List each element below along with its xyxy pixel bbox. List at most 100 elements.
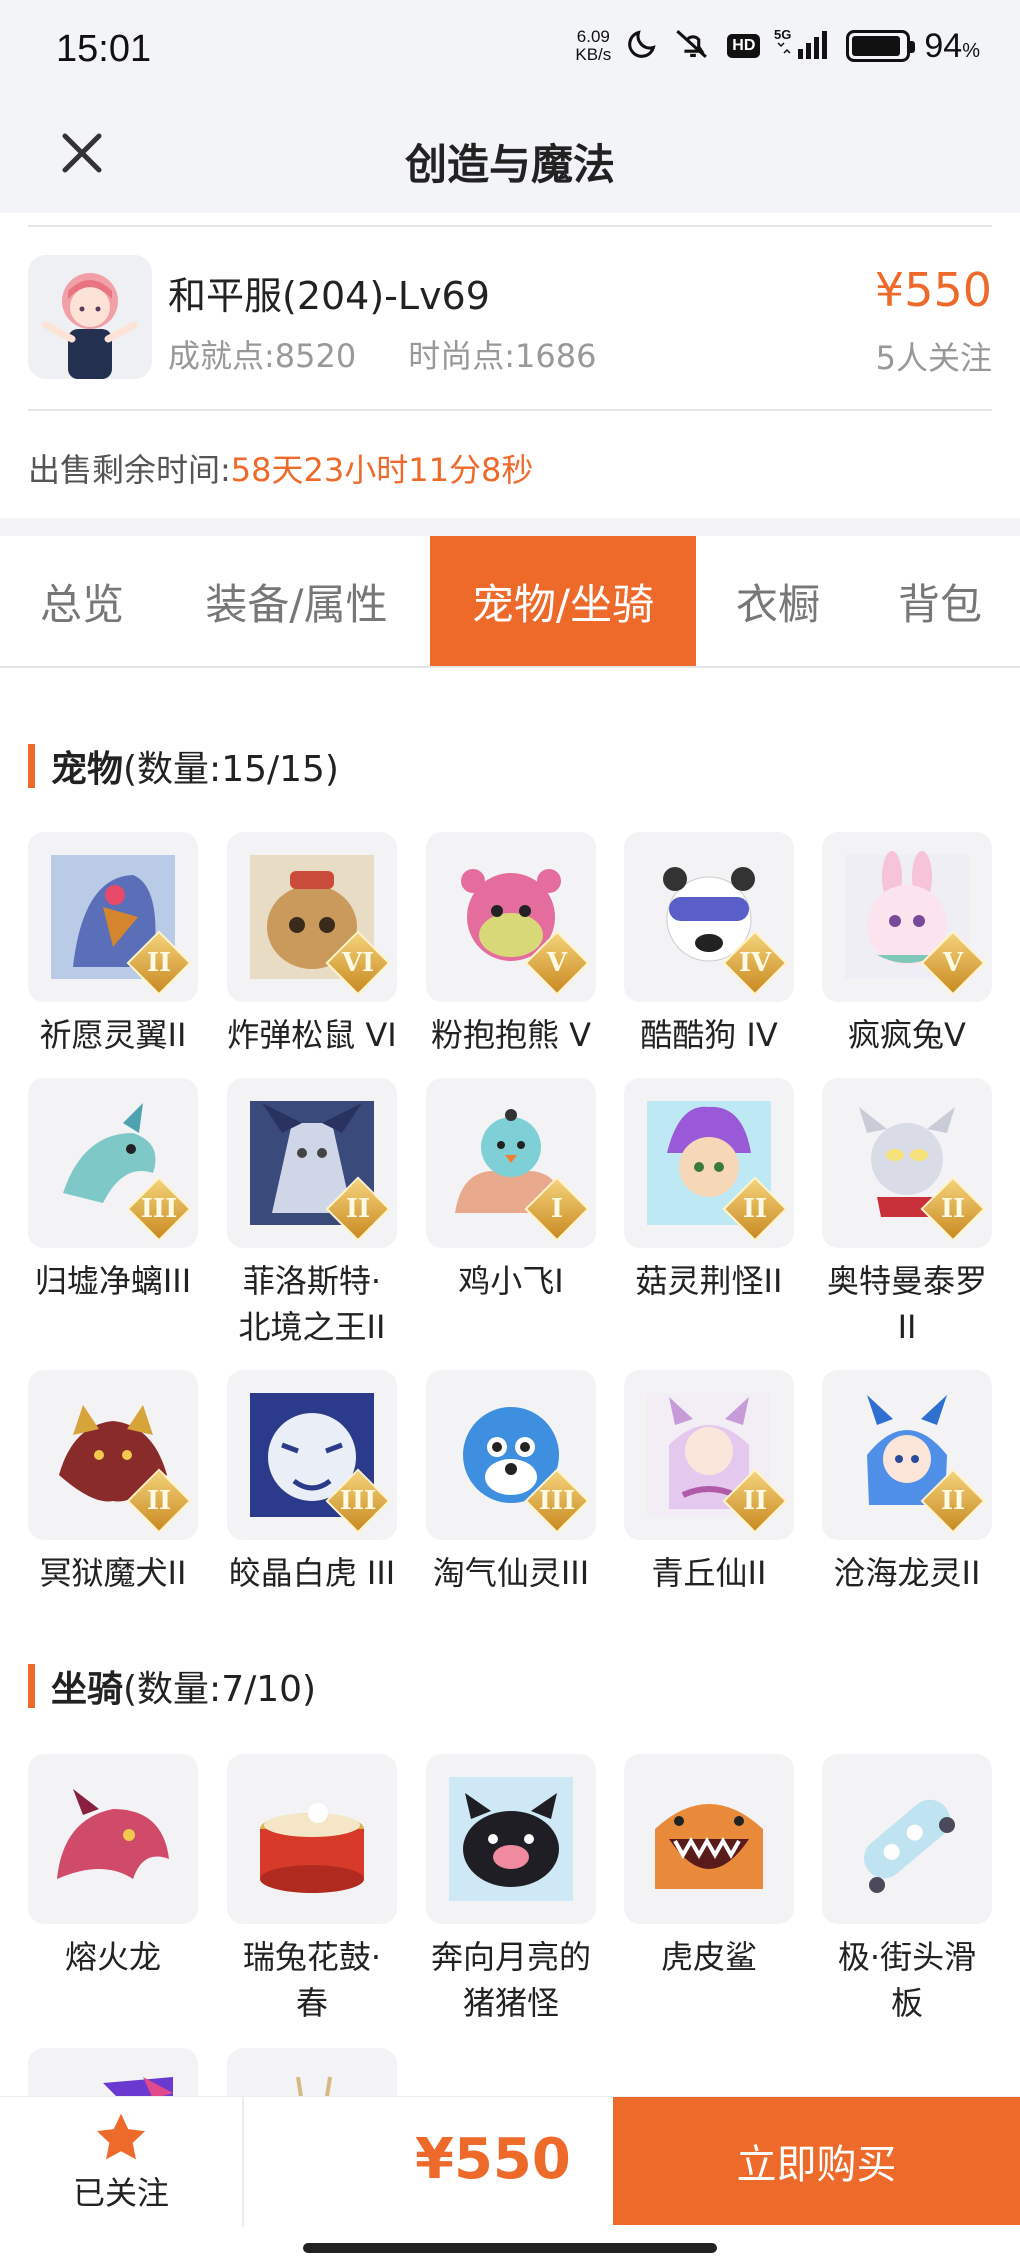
rank-text: II — [940, 1194, 966, 1224]
moon-icon — [625, 27, 659, 65]
mount-name: 熔火龙 — [64, 1938, 161, 1976]
mount-thumbnail — [28, 2048, 198, 2096]
pet-name: 皎晶白虎 III — [228, 1554, 396, 1592]
rank-text: III — [538, 1486, 576, 1516]
pet-name: 鸡小飞I — [458, 1262, 564, 1300]
pet-item[interactable]: I 鸡小飞I — [426, 1078, 596, 1304]
status-time: 15:01 — [56, 28, 152, 70]
pet-thumbnail: III — [426, 1370, 596, 1540]
account-card: 和平服(204)-Lv69 成就点:8520 时尚点:1686 ¥550 5人关注… — [0, 213, 1020, 518]
mount-thumbnail — [227, 1754, 397, 1924]
pet-name: 沧海龙灵II — [833, 1554, 981, 1592]
star-icon — [96, 2113, 146, 2160]
status-bar: 15:01 6.09 KB/s HD 5G 94% — [0, 0, 1020, 105]
battery-icon — [846, 30, 916, 62]
pets-count: (数量:15/15) — [123, 749, 339, 790]
pet-name: 粉抱抱熊 V — [430, 1016, 592, 1054]
rank-text: VI — [341, 948, 375, 978]
fashion-points: 时尚点:1686 — [408, 337, 597, 375]
achievement-points: 成就点:8520 — [168, 337, 357, 375]
pet-name: 疯疯兔V — [848, 1016, 966, 1054]
pet-item[interactable]: II 奥特曼泰罗II — [822, 1078, 992, 1350]
mount-thumbnail — [822, 1754, 992, 1924]
pet-item[interactable]: V 粉抱抱熊 V — [426, 832, 596, 1058]
mounts-title: 坐骑 — [51, 1669, 124, 1710]
pet-thumbnail: III — [28, 1078, 198, 1248]
pet-item[interactable]: VI 炸弹松鼠 VI — [227, 832, 397, 1058]
rank-text: II — [742, 1486, 768, 1516]
pet-thumbnail: II — [28, 1370, 198, 1540]
tab-overview[interactable]: 总览 — [0, 536, 164, 666]
rank-text: II — [940, 1486, 966, 1516]
battery-percent: 94% — [924, 26, 980, 65]
page-title: 创造与魔法 — [404, 140, 615, 189]
mount-item[interactable]: 极·街头滑板 — [822, 1754, 992, 2026]
rank-text: V — [546, 948, 568, 978]
rank-text: II — [146, 948, 172, 978]
pet-name: 冥狱魔犬II — [39, 1554, 187, 1592]
pet-item[interactable]: IV 酷酷狗 IV — [624, 832, 794, 1058]
rank-text: III — [140, 1194, 178, 1224]
mute-icon — [673, 26, 713, 66]
pet-item[interactable]: III 归墟净螭III — [28, 1078, 198, 1304]
rank-text: IV — [738, 948, 772, 978]
mount-item[interactable] — [28, 2048, 198, 2096]
pet-name: 炸弹松鼠 VI — [227, 1016, 397, 1054]
mount-name: 奔向月亮的猪猪怪 — [430, 1938, 591, 2022]
pet-item[interactable]: II 青丘仙II — [624, 1370, 794, 1596]
buy-now-button[interactable]: 立即购买 — [613, 2097, 1020, 2225]
bottom-bar: 已关注 ¥550 立即购买 — [0, 2096, 1020, 2267]
mount-thumbnail — [28, 1754, 198, 1924]
rank-text: II — [146, 1486, 172, 1516]
mount-item[interactable]: 虎皮鲨 — [624, 1754, 794, 1980]
pet-name: 菲洛斯特·北境之王II — [238, 1262, 386, 1346]
pet-item[interactable]: II 祈愿灵翼II — [28, 832, 198, 1058]
section-gap — [0, 518, 1020, 536]
mount-name: 极·街头滑板 — [837, 1938, 977, 2022]
pet-thumbnail: V — [426, 832, 596, 1002]
divider — [28, 409, 992, 411]
pet-item[interactable]: III 皎晶白虎 III — [227, 1370, 397, 1596]
rank-text: II — [345, 1194, 371, 1224]
account-name: 和平服(204)-Lv69 — [168, 274, 490, 318]
pet-name: 菇灵荆怪II — [635, 1262, 783, 1300]
home-indicator[interactable] — [303, 2243, 717, 2253]
pet-item[interactable]: II 菇灵荆怪II — [624, 1078, 794, 1304]
mounts-section-title: 坐骑 (数量:7/10) — [28, 1660, 316, 1712]
tab-backpack[interactable]: 背包 — [860, 536, 1020, 666]
mount-item[interactable]: 奔向月亮的猪猪怪 — [426, 1754, 596, 2026]
pet-item[interactable]: II 菲洛斯特·北境之王II — [227, 1078, 397, 1350]
mount-item[interactable] — [227, 2048, 397, 2096]
pet-item[interactable]: II 沧海龙灵II — [822, 1370, 992, 1596]
remaining-label: 出售剩余时间: — [28, 451, 231, 489]
pet-thumbnail: II — [227, 1078, 397, 1248]
mount-thumbnail — [426, 1754, 596, 1924]
tab-pets-mounts[interactable]: 宠物/坐骑 — [430, 536, 696, 666]
account-price: ¥550 — [874, 263, 992, 317]
mount-thumbnail — [624, 1754, 794, 1924]
follower-count: 5人关注 — [875, 339, 992, 377]
pets-title: 宠物 — [51, 749, 124, 790]
mount-item[interactable]: 熔火龙 — [28, 1754, 198, 1980]
pet-name: 祈愿灵翼II — [39, 1016, 187, 1054]
follow-button[interactable]: 已关注 — [0, 2097, 244, 2227]
tab-wardrobe[interactable]: 衣橱 — [696, 536, 860, 666]
divider — [28, 225, 992, 227]
net-speed: 6.09 KB/s — [575, 28, 611, 64]
hd-icon: HD — [727, 34, 761, 58]
rank-text: I — [550, 1194, 564, 1224]
net-speed-unit: KB/s — [575, 45, 612, 64]
bottom-price: ¥550 — [415, 2127, 571, 2192]
rank-text: II — [742, 1194, 768, 1224]
mount-name: 瑞兔花鼓·春 — [242, 1938, 382, 2022]
pet-thumbnail: II — [28, 832, 198, 1002]
signal-icon: 5G — [774, 27, 832, 65]
tab-equipment[interactable]: 装备/属性 — [164, 536, 429, 666]
pet-thumbnail: IV — [624, 832, 794, 1002]
pet-item[interactable]: V 疯疯兔V — [822, 832, 992, 1058]
net-speed-value: 6.09 — [576, 27, 610, 46]
mount-item[interactable]: 瑞兔花鼓·春 — [227, 1754, 397, 2026]
pets-section-title: 宠物 (数量:15/15) — [28, 740, 339, 792]
pet-item[interactable]: III 淘气仙灵III — [426, 1370, 596, 1596]
pet-item[interactable]: II 冥狱魔犬II — [28, 1370, 198, 1596]
